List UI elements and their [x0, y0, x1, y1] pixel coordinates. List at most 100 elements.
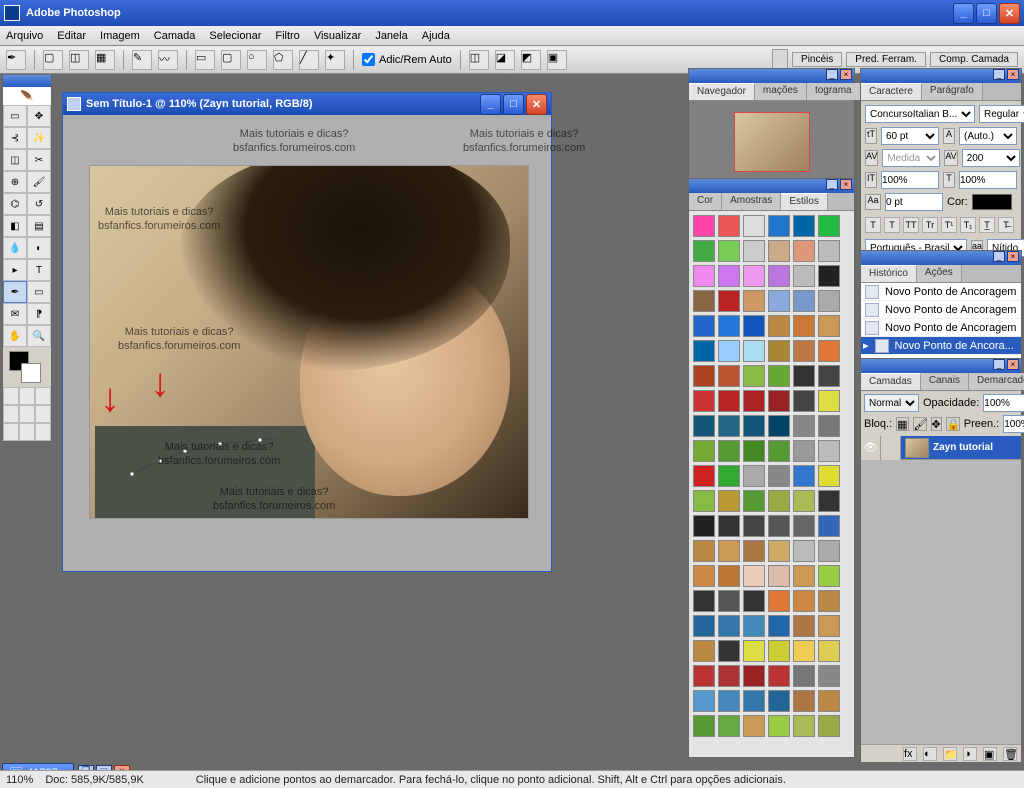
style-swatch[interactable] — [718, 390, 740, 412]
style-swatch[interactable] — [718, 415, 740, 437]
style-swatch[interactable] — [718, 665, 740, 687]
smallcaps-icon[interactable]: Tr — [922, 217, 938, 233]
style-swatch[interactable] — [743, 290, 765, 312]
background-color[interactable] — [21, 363, 41, 383]
style-swatch[interactable] — [793, 540, 815, 562]
style-swatch[interactable] — [743, 465, 765, 487]
style-swatch[interactable] — [743, 690, 765, 712]
style-swatch[interactable] — [793, 615, 815, 637]
style-swatch[interactable] — [818, 590, 840, 612]
tracking-select[interactable]: 200 — [962, 149, 1020, 167]
underline-icon[interactable]: T̲ — [979, 217, 995, 233]
style-swatch[interactable] — [818, 515, 840, 537]
style-swatch[interactable] — [793, 640, 815, 662]
style-swatch[interactable] — [693, 415, 715, 437]
style-swatch[interactable] — [718, 265, 740, 287]
tab-color[interactable]: Cor — [689, 193, 722, 210]
shape-tool[interactable]: ▭ — [27, 281, 51, 303]
style-swatch[interactable] — [818, 665, 840, 687]
style-swatch[interactable] — [793, 715, 815, 737]
leading-select[interactable]: (Auto.) — [959, 127, 1017, 145]
style-swatch[interactable] — [793, 265, 815, 287]
style-swatch[interactable] — [718, 715, 740, 737]
polygon-icon[interactable]: ⬠ — [273, 50, 293, 70]
fill-pixels-icon[interactable]: ▦ — [95, 50, 115, 70]
style-swatch[interactable] — [743, 640, 765, 662]
exclude-pathop-icon[interactable]: ▣ — [547, 50, 567, 70]
style-swatch[interactable] — [768, 665, 790, 687]
palette-well-tool-presets[interactable]: Pred. Ferram. — [846, 52, 926, 67]
allcaps-icon[interactable]: TT — [903, 217, 919, 233]
menu-filtro[interactable]: Filtro — [275, 30, 299, 42]
blend-mode-select[interactable]: Normal — [864, 394, 919, 412]
line-icon[interactable]: ╱ — [299, 50, 319, 70]
style-swatch[interactable] — [718, 240, 740, 262]
style-swatch[interactable] — [693, 565, 715, 587]
style-swatch[interactable] — [818, 215, 840, 237]
menu-arquivo[interactable]: Arquivo — [6, 30, 43, 42]
adjustment-layer-icon[interactable]: ◑ — [963, 747, 977, 761]
slice-tool[interactable]: ✂ — [27, 149, 51, 171]
add-pathop-icon[interactable]: ◫ — [469, 50, 489, 70]
status-docsize[interactable]: Doc: 585,9K/585,9K — [45, 774, 143, 786]
style-swatch[interactable] — [793, 565, 815, 587]
style-swatch[interactable] — [768, 565, 790, 587]
panel-close-icon[interactable]: × — [1007, 359, 1019, 370]
style-swatch[interactable] — [768, 540, 790, 562]
style-swatch[interactable] — [743, 215, 765, 237]
healing-brush-tool[interactable]: ⊕ — [3, 171, 27, 193]
zoom-tool[interactable]: 🔍 — [27, 325, 51, 347]
style-swatch[interactable] — [718, 340, 740, 362]
freeform-pen-icon[interactable]: 〰 — [158, 50, 178, 70]
rect-icon[interactable]: ▭ — [195, 50, 215, 70]
tab-styles[interactable]: Estilos — [781, 193, 827, 210]
lock-all-icon[interactable]: 🔒 — [946, 417, 960, 431]
style-swatch[interactable] — [693, 615, 715, 637]
pen-icon[interactable]: ✎ — [132, 50, 152, 70]
style-swatch[interactable] — [718, 365, 740, 387]
style-swatch[interactable] — [768, 315, 790, 337]
style-swatch[interactable] — [818, 640, 840, 662]
tab-channels[interactable]: Canais — [921, 373, 969, 390]
dodge-tool[interactable]: ◐ — [27, 237, 51, 259]
gradient-tool[interactable]: ▤ — [27, 215, 51, 237]
style-swatch[interactable] — [693, 665, 715, 687]
ellipse-icon[interactable]: ○ — [247, 50, 267, 70]
style-swatch[interactable] — [743, 315, 765, 337]
style-swatch[interactable] — [693, 315, 715, 337]
style-swatch[interactable] — [718, 690, 740, 712]
style-swatch[interactable] — [768, 390, 790, 412]
screen-standard-icon[interactable] — [3, 405, 19, 423]
lock-image-icon[interactable]: 🖌 — [913, 417, 927, 431]
history-item[interactable]: Novo Ponto de Ancoragem — [861, 319, 1021, 337]
style-swatch[interactable] — [793, 415, 815, 437]
layer-visibility-icon[interactable]: 👁 — [861, 436, 881, 460]
style-swatch[interactable] — [693, 490, 715, 512]
canvas[interactable]: Mais tutoriais e dicas?bsfanfics.forumei… — [63, 115, 551, 571]
notes-tool[interactable]: ✉ — [3, 303, 27, 325]
style-swatch[interactable] — [693, 365, 715, 387]
vscale-input[interactable] — [881, 171, 939, 189]
trash-icon[interactable]: 🗑 — [1003, 747, 1017, 761]
intersect-pathop-icon[interactable]: ◩ — [521, 50, 541, 70]
strikethrough-icon[interactable]: T̶ — [998, 217, 1014, 233]
style-swatch[interactable] — [768, 490, 790, 512]
font-size-select[interactable]: 60 pt — [881, 127, 939, 145]
magic-wand-tool[interactable]: ✨ — [27, 127, 51, 149]
style-swatch[interactable] — [793, 465, 815, 487]
style-swatch[interactable] — [693, 290, 715, 312]
tab-actions[interactable]: Ações — [917, 265, 962, 282]
panel-minimize-icon[interactable]: _ — [993, 69, 1005, 80]
style-swatch[interactable] — [818, 290, 840, 312]
lasso-tool[interactable]: ⊰ — [3, 127, 27, 149]
style-swatch[interactable] — [768, 465, 790, 487]
doc-maximize-button[interactable]: □ — [503, 94, 524, 115]
standard-mode-icon[interactable] — [3, 387, 19, 405]
style-swatch[interactable] — [793, 365, 815, 387]
style-swatch[interactable] — [818, 390, 840, 412]
move-tool[interactable]: ✥ — [27, 105, 51, 127]
style-swatch[interactable] — [743, 390, 765, 412]
shape-layers-icon[interactable]: ▢ — [43, 50, 63, 70]
style-swatch[interactable] — [818, 315, 840, 337]
palette-well-brushes[interactable]: Pincéis — [792, 52, 842, 67]
